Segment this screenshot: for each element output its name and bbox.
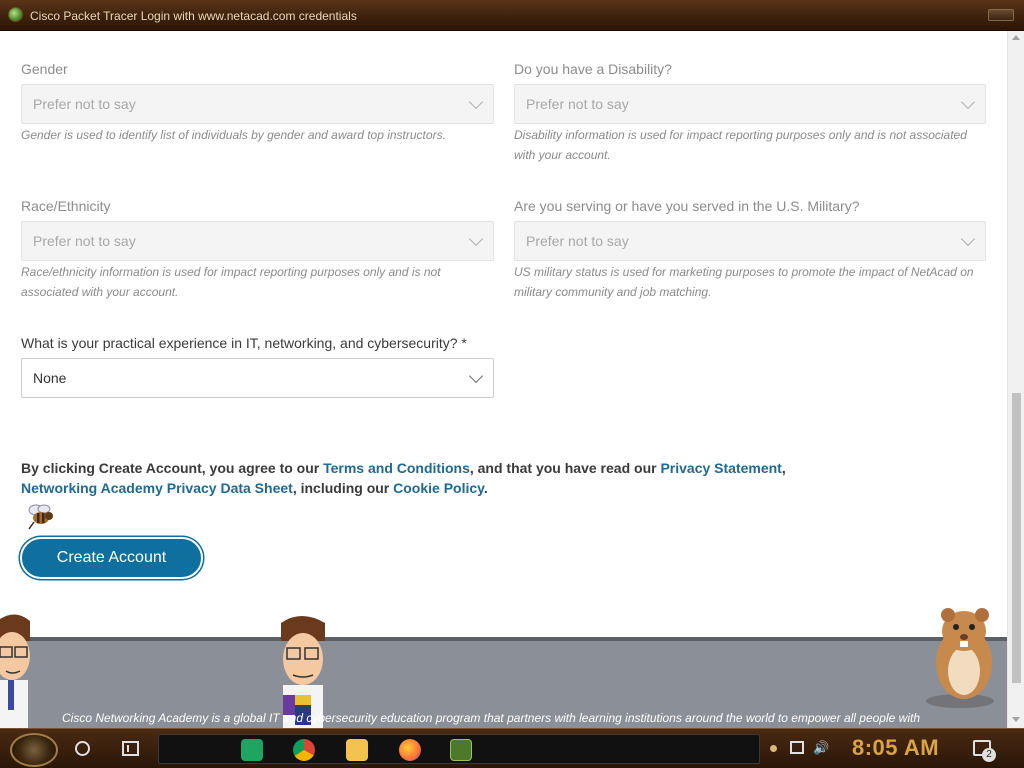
chevron-down-icon (468, 94, 484, 110)
volume-icon[interactable]: 🔊 (813, 741, 829, 755)
sheets-icon[interactable] (241, 739, 263, 761)
scrollbar-thumb[interactable] (1012, 393, 1021, 683)
tray-overflow-icon[interactable] (770, 745, 777, 752)
consent-prefix: By clicking Create Account, you agree to… (21, 460, 324, 476)
disability-select[interactable]: Prefer not to say (514, 84, 986, 124)
experience-label: What is your practical experience in IT,… (21, 335, 467, 351)
privacy-data-sheet-link[interactable]: Networking Academy Privacy Data Sheet (21, 480, 293, 496)
notification-count-badge: 2 (982, 748, 996, 762)
military-hint-line1: US military status is used for marketing… (514, 265, 974, 279)
gender-hint: Gender is used to identify list of indiv… (21, 128, 446, 142)
footer-description: Cisco Networking Academy is a global IT … (62, 711, 920, 725)
military-select[interactable]: Prefer not to say (514, 221, 986, 261)
scroll-down-arrow-icon[interactable] (1012, 717, 1020, 722)
app-viewport: Gender Prefer not to say Gender is used … (0, 31, 1024, 728)
window-titlebar: Cisco Packet Tracer Login with www.netac… (0, 0, 1024, 31)
gender-label: Gender (21, 61, 68, 77)
scroll-up-arrow-icon[interactable] (1012, 35, 1020, 40)
military-select-value: Prefer not to say (526, 233, 629, 249)
disability-select-value: Prefer not to say (526, 96, 629, 112)
cartoon-character-left-icon (0, 614, 30, 728)
race-hint-line1: Race/ethnicity information is used for i… (21, 265, 441, 279)
taskbar-clock[interactable]: 8:05 AM (852, 735, 939, 761)
race-label: Race/Ethnicity (21, 198, 111, 214)
window-close-button[interactable] (988, 9, 1014, 21)
window-title: Cisco Packet Tracer Login with www.netac… (30, 9, 357, 23)
consent-end: . (483, 480, 488, 496)
chevron-down-icon (960, 231, 976, 247)
consent-comma: , (781, 460, 786, 476)
footer-band-border (0, 637, 1007, 641)
file-explorer-icon[interactable] (346, 739, 368, 761)
military-hint: US military status is used for marketing… (514, 262, 994, 302)
experience-select[interactable]: None (21, 358, 494, 398)
chevron-down-icon (468, 231, 484, 247)
packet-tracer-icon[interactable] (450, 739, 472, 761)
terms-link[interactable]: Terms and Conditions (323, 460, 470, 476)
race-select[interactable]: Prefer not to say (21, 221, 494, 261)
race-select-value: Prefer not to say (33, 233, 136, 249)
chrome-icon[interactable] (293, 739, 315, 761)
race-hint-line2: associated with your account. (21, 285, 179, 299)
disability-hint: Disability information is used for impac… (514, 125, 994, 165)
task-view-icon[interactable] (122, 741, 139, 756)
firefox-icon[interactable] (399, 739, 421, 761)
cortana-search-icon[interactable] (75, 741, 90, 756)
military-label: Are you serving or have you served in th… (514, 198, 860, 214)
experience-select-value: None (33, 370, 67, 386)
start-button[interactable] (10, 733, 58, 767)
consent-including: , including our (292, 480, 394, 496)
consent-middle: , and that you have read our (469, 460, 661, 476)
gender-select[interactable]: Prefer not to say (21, 84, 494, 124)
chevron-down-icon (960, 94, 976, 110)
vertical-scrollbar[interactable] (1007, 31, 1024, 728)
disability-label: Do you have a Disability? (514, 61, 672, 77)
bee-cursor-icon (28, 504, 53, 530)
chevron-down-icon (468, 368, 484, 384)
network-icon[interactable] (790, 741, 804, 754)
gender-select-value: Prefer not to say (33, 96, 136, 112)
cookie-policy-link[interactable]: Cookie Policy (393, 480, 484, 496)
race-hint: Race/ethnicity information is used for i… (21, 262, 501, 302)
military-hint-line2: military community and job matching. (514, 285, 712, 299)
create-account-button[interactable]: Create Account (20, 537, 203, 579)
taskbar: 🔊 8:05 AM 2 (0, 728, 1024, 768)
consent-text: By clicking Create Account, you agree to… (21, 458, 811, 498)
hamster-icon (926, 608, 994, 708)
disability-hint-line1: Disability information is used for impac… (514, 128, 967, 142)
privacy-statement-link[interactable]: Privacy Statement (660, 460, 781, 476)
disability-hint-line2: with your account. (514, 148, 611, 162)
taskbar-app-dock (158, 734, 760, 764)
packet-tracer-app-icon (8, 7, 23, 22)
